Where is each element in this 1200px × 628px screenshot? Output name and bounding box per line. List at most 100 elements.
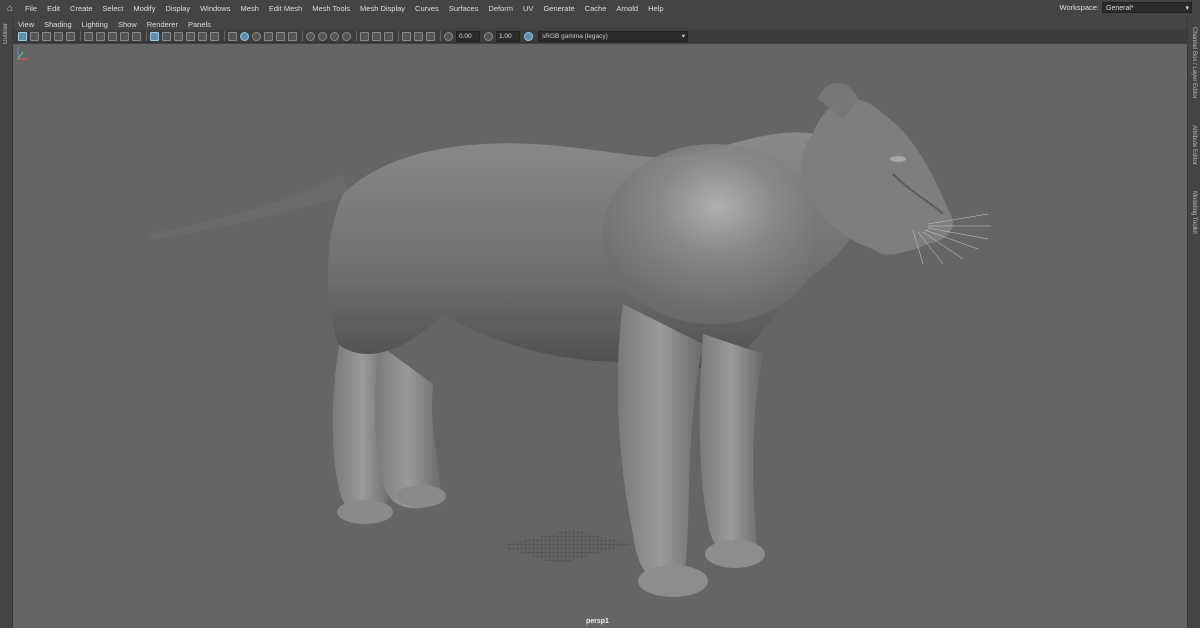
safe-action-icon[interactable] — [198, 31, 207, 41]
exposure-icon[interactable] — [444, 31, 453, 41]
view-transform-value: sRGB gamma (legacy) — [542, 32, 608, 40]
gamma-icon[interactable] — [484, 31, 493, 41]
panther-hind-paw-2 — [396, 485, 446, 507]
xray-joints-icon[interactable] — [288, 31, 297, 41]
home-icon[interactable]: ⌂ — [0, 3, 20, 14]
resolution-gate-icon[interactable] — [108, 31, 117, 41]
panther-hind-leg-front — [374, 344, 442, 509]
ground-grid — [499, 529, 631, 564]
menu-surfaces[interactable]: Surfaces — [444, 4, 484, 13]
film-gate-toggle-icon[interactable] — [162, 31, 171, 41]
lock-camera-icon[interactable] — [30, 31, 39, 41]
use-default-material-icon[interactable] — [252, 31, 261, 41]
view-transform-dropdown[interactable]: sRGB gamma (legacy) ▾ — [538, 30, 688, 42]
panel-menu-lighting[interactable]: Lighting — [77, 20, 113, 29]
menu-create[interactable]: Create — [65, 4, 98, 13]
film-gate-icon[interactable] — [96, 31, 105, 41]
panther-tail — [148, 174, 348, 240]
menu-curves[interactable]: Curves — [410, 4, 444, 13]
chevron-down-icon: ▾ — [681, 32, 685, 40]
camera-attributes-icon[interactable] — [42, 31, 51, 41]
toolbar-divider — [146, 31, 147, 41]
panther-front-paw-2 — [705, 540, 765, 568]
menu-display[interactable]: Display — [161, 4, 196, 13]
wireframe-on-shaded-icon[interactable] — [264, 31, 273, 41]
bookmark-icon[interactable] — [54, 31, 63, 41]
gamma-field[interactable]: 1.00 — [496, 30, 520, 42]
select-camera-icon[interactable] — [18, 31, 27, 41]
menu-edit[interactable]: Edit — [42, 4, 65, 13]
panel-menu-show[interactable]: Show — [113, 20, 142, 29]
menu-mesh-display[interactable]: Mesh Display — [355, 4, 410, 13]
perspective-viewport[interactable]: persp1 — [13, 44, 1187, 628]
menu-edit-mesh[interactable]: Edit Mesh — [264, 4, 307, 13]
anti-aliasing-icon[interactable] — [372, 31, 381, 41]
toolbar-divider — [398, 31, 399, 41]
motion-blur-icon[interactable] — [360, 31, 369, 41]
right-dock-strip: Channel Box / Layer Editor Attribute Edi… — [1187, 17, 1200, 628]
panel-menu-view[interactable]: View — [13, 20, 39, 29]
wireframe-icon[interactable] — [228, 31, 237, 41]
grid-icon[interactable] — [84, 31, 93, 41]
resolution-gate-toggle-icon[interactable] — [174, 31, 183, 41]
menu-help[interactable]: Help — [643, 4, 668, 13]
channel-box-tab[interactable]: Channel Box / Layer Editor — [1191, 27, 1197, 99]
textured-icon[interactable] — [306, 31, 315, 41]
panel-menu-shading[interactable]: Shading — [39, 20, 77, 29]
menu-mesh-tools[interactable]: Mesh Tools — [307, 4, 355, 13]
workspace-dropdown[interactable]: General* ▾ — [1102, 2, 1192, 13]
toolbar-divider — [440, 31, 441, 41]
camera-name-label: persp1 — [586, 618, 609, 625]
menu-windows[interactable]: Windows — [195, 4, 235, 13]
menu-file[interactable]: File — [20, 4, 42, 13]
modeling-toolkit-tab[interactable]: Modeling Toolkit — [1191, 191, 1197, 234]
workspace-value: General* — [1106, 5, 1134, 12]
field-chart-icon[interactable] — [132, 31, 141, 41]
isolate-select-icon[interactable] — [402, 31, 411, 41]
exposure-field[interactable]: 0.00 — [456, 30, 480, 42]
gate-mask-toggle-icon[interactable] — [186, 31, 195, 41]
panther-shoulder — [603, 144, 823, 324]
workspace-label: Workspace: — [1059, 3, 1099, 12]
menu-arnold[interactable]: Arnold — [611, 4, 643, 13]
menu-cache[interactable]: Cache — [580, 4, 612, 13]
grid-toggle-icon[interactable] — [150, 31, 159, 41]
safe-title-icon[interactable] — [210, 31, 219, 41]
attribute-editor-tab[interactable]: Attribute Editor — [1191, 125, 1197, 165]
smooth-shade-icon[interactable] — [240, 31, 249, 41]
panther-front-leg-far — [699, 334, 763, 559]
xray-components-icon[interactable] — [414, 31, 423, 41]
left-dock-strip: Outliner — [0, 17, 13, 628]
menu-generate[interactable]: Generate — [538, 4, 579, 13]
workspace-selector: Workspace: General* ▾ — [1060, 2, 1192, 13]
xray-icon[interactable] — [276, 31, 285, 41]
dof-icon[interactable] — [384, 31, 393, 41]
menu-select[interactable]: Select — [98, 4, 129, 13]
menu-mesh[interactable]: Mesh — [236, 4, 264, 13]
panel-menubar: View Shading Lighting Show Renderer Pane… — [13, 18, 1187, 30]
toolbar-divider — [302, 31, 303, 41]
lights-icon[interactable] — [318, 31, 327, 41]
camera-icon[interactable] — [426, 31, 435, 41]
gate-mask-icon[interactable] — [120, 31, 129, 41]
panel-menu-renderer[interactable]: Renderer — [142, 20, 183, 29]
panel-menu-panels[interactable]: Panels — [183, 20, 216, 29]
chevron-down-icon: ▾ — [1185, 5, 1189, 12]
toolbar-divider — [356, 31, 357, 41]
menu-deform[interactable]: Deform — [483, 4, 518, 13]
outliner-tab[interactable]: Outliner — [3, 23, 9, 44]
image-plane-icon[interactable] — [66, 31, 75, 41]
viewport-scene — [148, 82, 991, 597]
menu-modify[interactable]: Modify — [128, 4, 160, 13]
panther-front-leg-near — [617, 304, 703, 585]
menu-uv[interactable]: UV — [518, 4, 538, 13]
view-axis-gizmo — [17, 47, 28, 60]
screen-ao-icon[interactable] — [342, 31, 351, 41]
color-management-icon[interactable] — [524, 31, 533, 41]
main-menubar: ⌂ File Edit Create Select Modify Display… — [0, 0, 1200, 17]
shadows-icon[interactable] — [330, 31, 339, 41]
panther-eye — [890, 156, 906, 162]
panther-hind-paw-1 — [337, 500, 393, 524]
panel-toolbar: 0.00 1.00 sRGB gamma (legacy) ▾ — [13, 30, 1187, 43]
toolbar-divider — [80, 31, 81, 41]
